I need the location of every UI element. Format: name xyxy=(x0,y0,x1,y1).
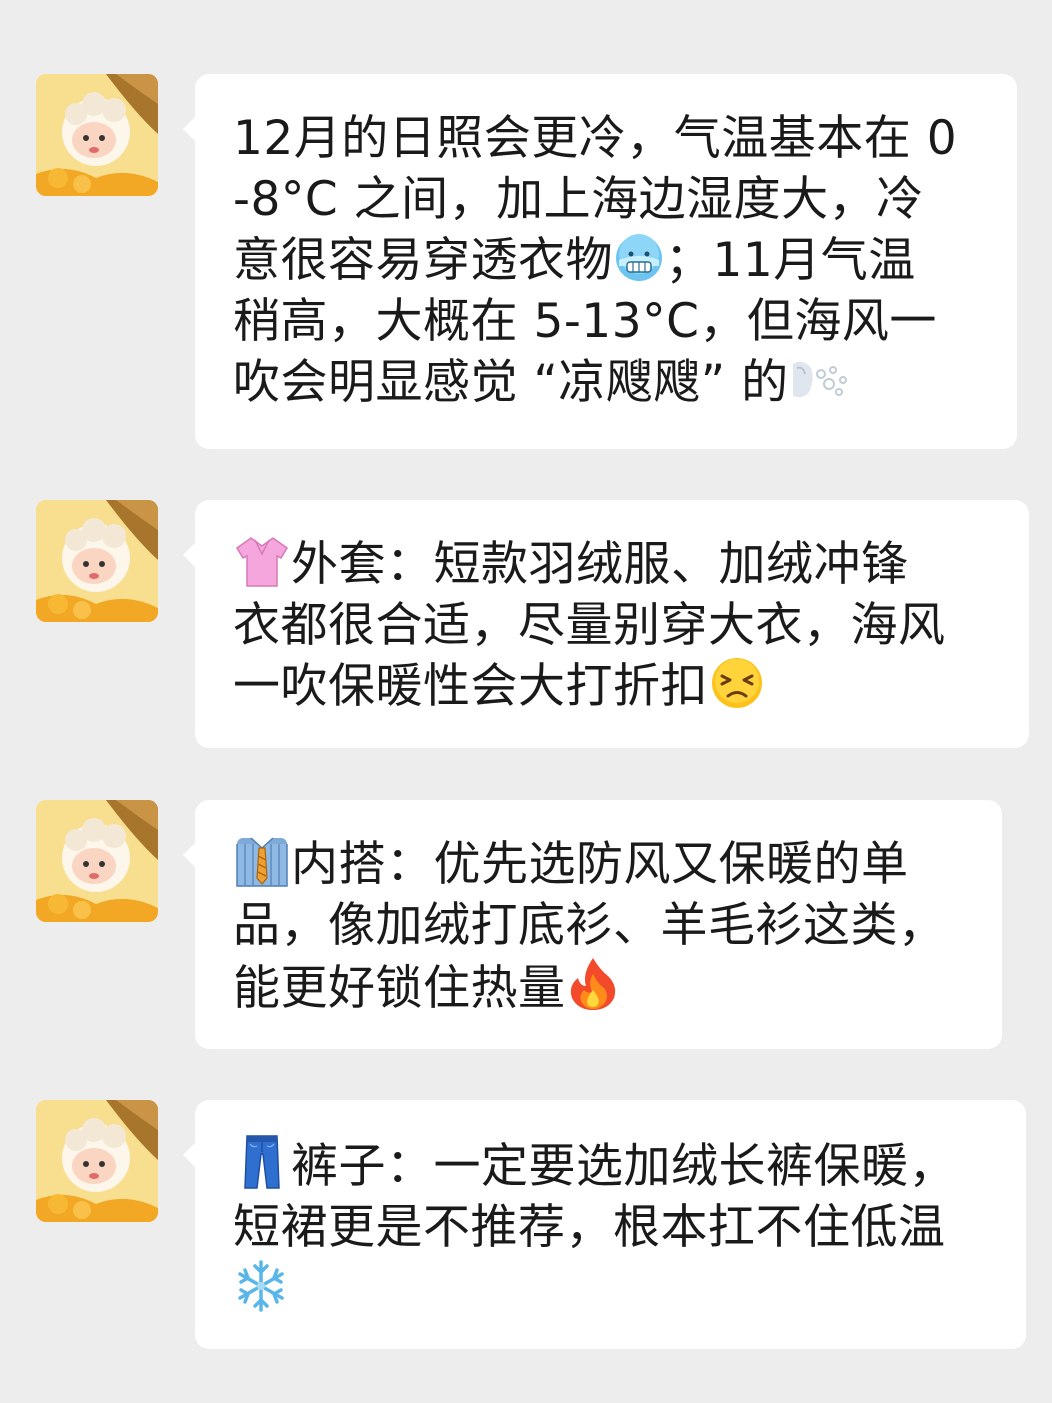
fire-icon xyxy=(566,956,620,1012)
text-segment: 内搭：优先选防风又保暖的单 xyxy=(291,837,909,892)
text-line: 短裙更是不推荐，根本扛不住低温 xyxy=(233,1200,946,1255)
message-bubble[interactable]: 12月的日照会更冷，气温基本在 0 -8°C 之间，加上海边湿度大，冷 意很容易… xyxy=(183,74,1017,449)
blouse-icon xyxy=(233,534,291,588)
text-line: 衣都很合适，尽量别穿大衣，海风 xyxy=(233,598,946,653)
message-bubble[interactable]: 外套：短款羽绒服、加绒冲锋 衣都很合适，尽量别穿大衣，海风 一吹保暖性会大打折扣 xyxy=(183,500,1029,748)
message-bubble[interactable]: 内搭：优先选防风又保暖的单 品，像加绒打底衫、羊毛衫这类， 能更好锁住热量 xyxy=(183,800,1002,1049)
bubble-tail xyxy=(183,842,196,868)
cold-face-icon xyxy=(613,232,665,284)
snowflake-icon xyxy=(233,1258,289,1314)
bubble-tail xyxy=(183,542,196,568)
text-line: 能更好锁住热量 xyxy=(233,956,966,1019)
text-line: 12月的日照会更冷，气温基本在 0 xyxy=(233,111,958,166)
jeans-icon xyxy=(233,1134,291,1190)
avatar[interactable] xyxy=(36,800,158,922)
persevering-face-icon xyxy=(708,656,766,710)
text-line: 裤子：一定要选加绒长裤保暖， xyxy=(233,1134,990,1197)
text-segment: 能更好锁住热量 xyxy=(233,961,566,1016)
text-line: 内搭：优先选防风又保暖的单 xyxy=(233,834,966,895)
text-line: -8°C 之间，加上海边湿度大，冷 xyxy=(233,172,924,227)
sheep-avatar-icon xyxy=(36,74,158,196)
text-line: 稍高，大概在 5-13°C，但海风一 xyxy=(233,294,937,349)
avatar[interactable] xyxy=(36,74,158,196)
avatar[interactable] xyxy=(36,500,158,622)
message-text: 外套：短款羽绒服、加绒冲锋 衣都很合适，尽量别穿大衣，海风 一吹保暖性会大打折扣 xyxy=(233,534,993,717)
text-line: 意很容易穿透衣物 ；11月气温 xyxy=(233,230,981,291)
message-text: 内搭：优先选防风又保暖的单 品，像加绒打底衫、羊毛衫这类， 能更好锁住热量 xyxy=(233,834,966,1019)
sheep-avatar-icon xyxy=(36,1100,158,1222)
text-segment: 裤子：一定要选加绒长裤保暖， xyxy=(291,1139,956,1194)
sheep-avatar-icon xyxy=(36,800,158,922)
text-segment: 一吹保暖性会大打折扣 xyxy=(233,659,708,714)
message-text: 裤子：一定要选加绒长裤保暖， 短裙更是不推荐，根本扛不住低温 xyxy=(233,1134,990,1321)
text-line xyxy=(233,1258,990,1321)
message-bubble[interactable]: 裤子：一定要选加绒长裤保暖， 短裙更是不推荐，根本扛不住低温 xyxy=(183,1100,1026,1349)
text-line: 品，像加绒打底衫、羊毛衫这类， xyxy=(233,898,946,953)
avatar[interactable] xyxy=(36,1100,158,1222)
wind-face-icon xyxy=(789,354,851,406)
bubble-tail xyxy=(183,116,196,142)
text-line: 外套：短款羽绒服、加绒冲锋 xyxy=(233,534,993,595)
sheep-avatar-icon xyxy=(36,500,158,622)
text-segment: 吹会明显感觉 “凉飕飕” 的 xyxy=(233,355,789,410)
text-segment: 意很容易穿透衣物 xyxy=(233,233,613,288)
text-line: 吹会明显感觉 “凉飕飕” 的 xyxy=(233,352,981,413)
message-text: 12月的日照会更冷，气温基本在 0 -8°C 之间，加上海边湿度大，冷 意很容易… xyxy=(233,108,981,413)
text-segment: 外套：短款羽绒服、加绒冲锋 xyxy=(291,537,909,592)
text-segment: ；11月气温 xyxy=(665,233,916,288)
shirt-tie-icon xyxy=(233,834,291,888)
bubble-tail xyxy=(183,1142,196,1168)
text-line: 一吹保暖性会大打折扣 xyxy=(233,656,993,717)
